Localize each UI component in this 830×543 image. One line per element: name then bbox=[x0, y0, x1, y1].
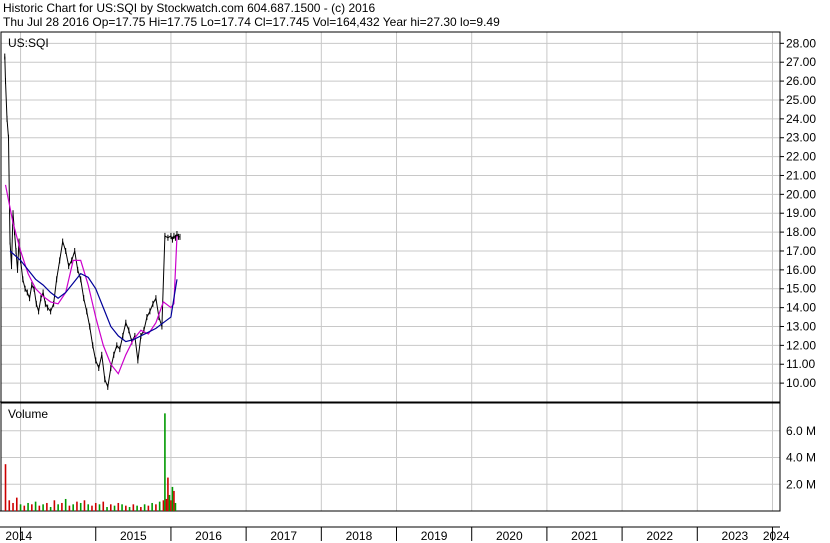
volume-bar bbox=[19, 504, 22, 511]
volume-bar bbox=[42, 504, 44, 511]
price-tick-label: 15.00 bbox=[786, 282, 816, 296]
price-tick-label: 28.00 bbox=[786, 36, 816, 50]
volume-bar bbox=[91, 505, 93, 511]
volume-bars bbox=[4, 413, 177, 511]
volume-bar bbox=[83, 500, 86, 511]
volume-label: Volume bbox=[8, 407, 48, 421]
volume-bar bbox=[121, 504, 123, 511]
volume-bar bbox=[164, 413, 166, 511]
volume-bar bbox=[98, 504, 101, 511]
volume-axis-labels: 2.0 M 4.0 M 6.0 M bbox=[786, 424, 816, 492]
volume-bar bbox=[147, 505, 150, 511]
volume-bar bbox=[155, 504, 157, 511]
volume-bar bbox=[34, 501, 37, 511]
volume-bar bbox=[132, 504, 135, 511]
price-tick-label: 26.00 bbox=[786, 74, 816, 88]
volume-tick-label: 4.0 M bbox=[786, 451, 816, 465]
price-tick-label: 16.00 bbox=[786, 263, 816, 277]
volume-bar bbox=[117, 502, 120, 511]
year-tick-label: 2023 bbox=[722, 529, 749, 543]
volume-bar bbox=[168, 494, 171, 511]
volume-bar bbox=[38, 505, 41, 511]
volume-bar bbox=[173, 490, 175, 511]
volume-bar bbox=[140, 506, 142, 511]
price-tick-label: 25.00 bbox=[786, 93, 816, 107]
volume-bar bbox=[171, 486, 174, 511]
price-tick-label: 14.00 bbox=[786, 301, 816, 315]
price-tick-label: 27.00 bbox=[786, 55, 816, 69]
price-tick-label: 19.00 bbox=[786, 206, 816, 220]
volume-bar bbox=[94, 502, 97, 511]
volume-bar bbox=[46, 502, 48, 511]
volume-tick-label: 2.0 M bbox=[786, 477, 816, 491]
grid-lines bbox=[0, 32, 780, 528]
symbol-label: US:SQI bbox=[8, 36, 49, 50]
price-tick-label: 13.00 bbox=[786, 319, 816, 333]
volume-bar bbox=[106, 506, 108, 511]
price-tick-label: 17.00 bbox=[786, 244, 816, 258]
volume-bar bbox=[15, 497, 18, 511]
volume-bar bbox=[102, 501, 105, 511]
price-tick-label: 12.00 bbox=[786, 338, 816, 352]
volume-bar bbox=[4, 464, 7, 511]
volume-bar bbox=[27, 502, 29, 511]
volume-bar bbox=[170, 500, 172, 511]
volume-bar bbox=[49, 506, 52, 511]
price-tick-label: 11.00 bbox=[786, 357, 815, 371]
price-axis-labels: 10.00 11.00 12.00 13.00 14.00 15.00 16.00 17.00… bbox=[780, 36, 816, 390]
volume-bar bbox=[61, 502, 63, 511]
price-tick-label: 10.00 bbox=[786, 376, 816, 390]
volume-bar bbox=[53, 500, 56, 511]
year-tick-label: 2018 bbox=[346, 529, 373, 543]
volume-bar bbox=[162, 500, 165, 511]
volume-bar bbox=[165, 498, 168, 511]
volume-bar bbox=[109, 504, 112, 511]
volume-bar bbox=[68, 505, 71, 511]
volume-bar bbox=[151, 502, 153, 511]
year-tick-label: 2021 bbox=[571, 529, 598, 543]
volume-bar bbox=[136, 505, 138, 511]
year-tick-label: 2014 bbox=[5, 529, 32, 543]
stock-chart: US:SQI Volume 10.0011.0012.0013.0014.001… bbox=[0, 31, 816, 543]
volume-bar bbox=[8, 500, 11, 511]
price-tick-label: 21.00 bbox=[786, 168, 816, 182]
year-tick-label: 2024 bbox=[763, 529, 790, 543]
chart-window: Historic Chart for US:SQI by Stockwatch.… bbox=[0, 0, 830, 543]
volume-bar bbox=[76, 501, 78, 511]
price-tick-label: 20.00 bbox=[786, 187, 816, 201]
volume-bar bbox=[23, 505, 26, 511]
year-axis-labels: 2014 2015 2016 2017 2018 2019 2020 2021 2022 2023… bbox=[5, 527, 790, 543]
price-tick-label: 22.00 bbox=[786, 150, 816, 164]
volume-bar bbox=[125, 505, 127, 511]
volume-bar bbox=[158, 501, 161, 511]
year-tick-label: 2015 bbox=[120, 529, 147, 543]
price-tick-label: 24.00 bbox=[786, 112, 816, 126]
year-tick-label: 2022 bbox=[646, 529, 673, 543]
volume-bar bbox=[128, 506, 131, 511]
volume-bar bbox=[113, 505, 116, 511]
year-tick-label: 2019 bbox=[421, 529, 448, 543]
volume-bar bbox=[12, 502, 14, 511]
price-tick-label: 18.00 bbox=[786, 225, 816, 239]
volume-bar bbox=[57, 504, 59, 511]
volume-bar bbox=[64, 498, 67, 511]
volume-bar bbox=[79, 502, 82, 511]
year-tick-label: 2020 bbox=[496, 529, 523, 543]
volume-bar bbox=[31, 504, 33, 511]
volume-bar bbox=[174, 502, 177, 511]
price-series bbox=[4, 53, 181, 390]
volume-bar bbox=[143, 504, 146, 511]
year-tick-label: 2016 bbox=[195, 529, 222, 543]
year-tick-label: 2017 bbox=[270, 529, 297, 543]
volume-tick-label: 6.0 M bbox=[786, 424, 816, 438]
volume-bar bbox=[87, 504, 90, 511]
volume-bar bbox=[72, 504, 74, 511]
price-tick-label: 23.00 bbox=[786, 131, 816, 145]
volume-bar bbox=[167, 477, 169, 511]
price-line bbox=[4, 56, 181, 389]
